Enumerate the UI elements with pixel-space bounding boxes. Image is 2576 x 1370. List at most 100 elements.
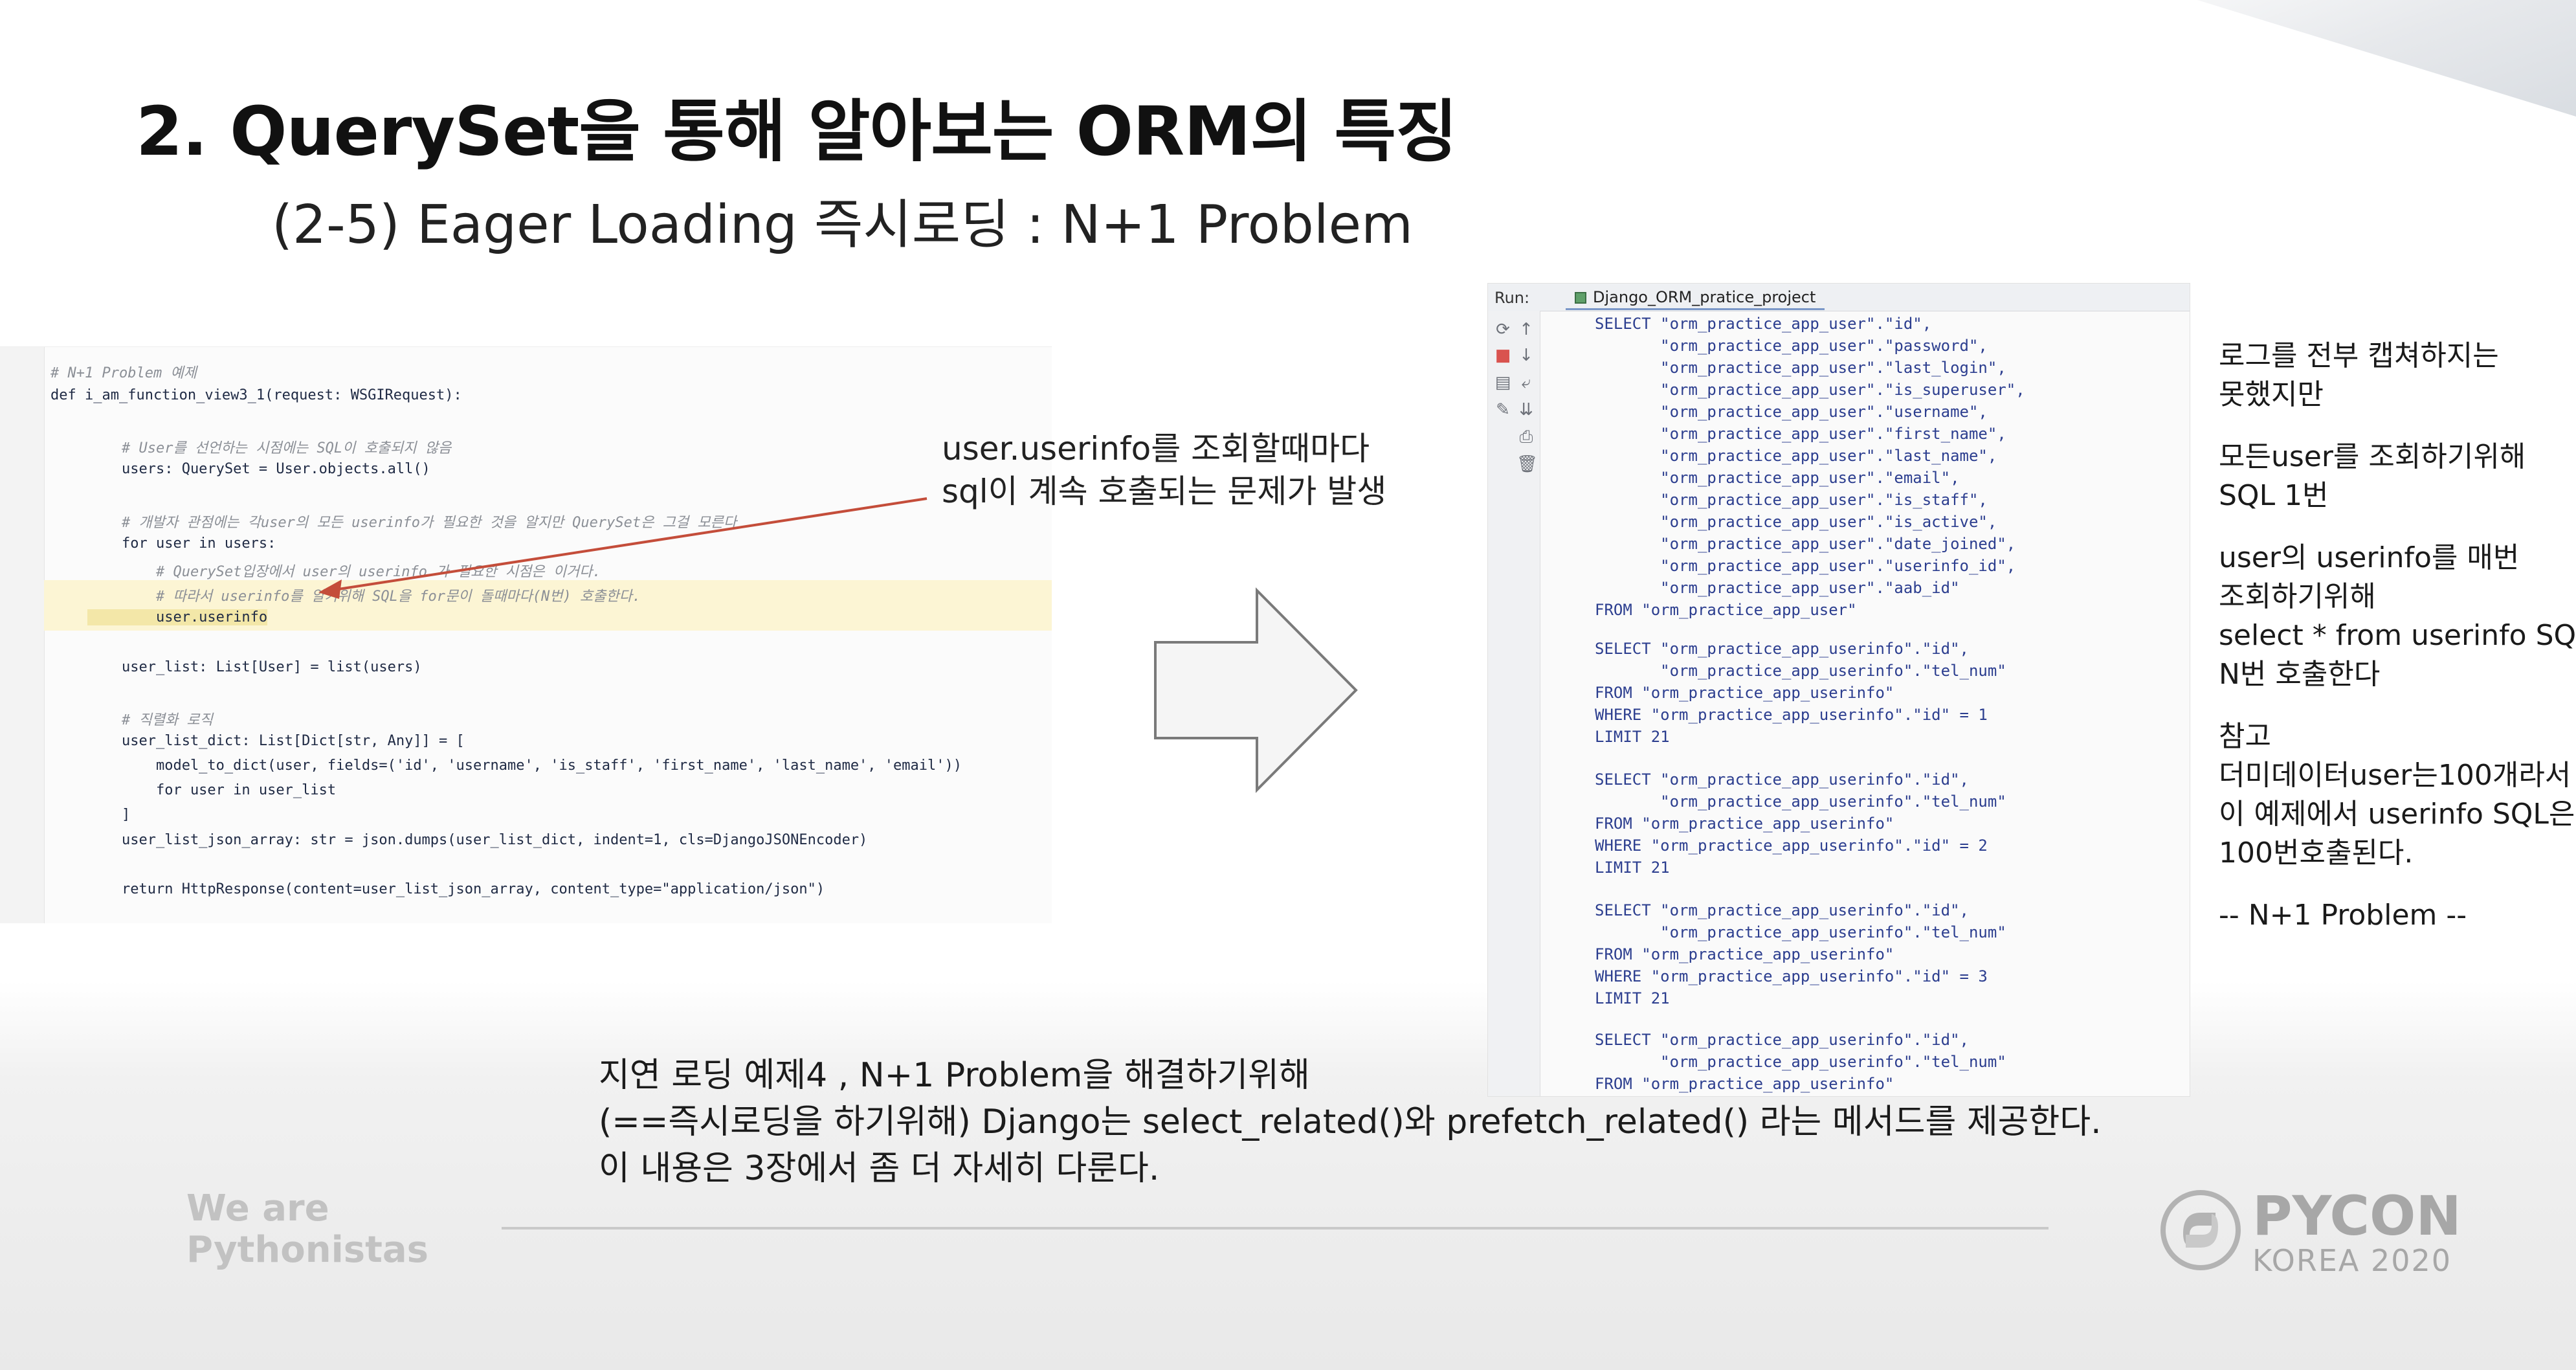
note-line: select * from userinfo SQL [2219, 619, 2576, 652]
note-block: user의 userinfo를 매번 조회하기위해 select * from … [2219, 539, 2576, 694]
brand-subtitle: KOREA 2020 [2252, 1243, 2452, 1278]
slide-subtitle: (2-5) Eager Loading 즉시로딩 : N+1 Problem [272, 194, 1413, 256]
console-line: "orm_practice_app_user"."last_name", [1595, 447, 1997, 465]
caption-line: 이 내용은 3장에서 좀 더 자세히 다룬다. [599, 1149, 1160, 1188]
note-line: 100번호출된다. [2219, 837, 2414, 870]
run-config-tab[interactable]: Django_ORM_pratice_project [1566, 286, 1825, 310]
note-line: user의 userinfo를 매번 [2219, 541, 2520, 574]
note-line: 모든user를 조회하기위해 [2219, 440, 2526, 473]
caption-line: (==즉시로딩을 하기위해) Django는 select_related()와… [599, 1103, 2102, 1141]
code-screenshot: # N+1 Problem 예제 def i_am_function_view3… [0, 346, 1052, 923]
code-line: user_list: List[User] = list(users) [87, 659, 422, 675]
run-config-tab-label: Django_ORM_pratice_project [1593, 288, 1816, 306]
code-line: model_to_dict(user, fields=('id', 'usern… [87, 758, 962, 774]
scroll-to-end-icon[interactable]: ⇊ [1516, 400, 1536, 420]
note-line: 이 예제에서 userinfo SQL은 [2219, 798, 2575, 831]
console-line: "orm_practice_app_user"."first_name", [1595, 425, 2006, 443]
console-line: FROM "orm_practice_app_userinfo" [1595, 684, 1894, 702]
console-line: LIMIT 21 [1595, 989, 1670, 1007]
console-line: SELECT "orm_practice_app_userinfo"."id", [1595, 901, 1969, 919]
decorative-corner-shape [2197, 0, 2576, 117]
code-line: user_list_json_array: str = json.dumps(u… [87, 832, 868, 848]
django-icon [1575, 292, 1586, 304]
code-line: def i_am_function_view3_1(request: WSGIR… [50, 387, 462, 403]
code-line: users: QuerySet = User.objects.all() [87, 461, 430, 477]
annotation-note: user.userinfo를 조회할때마다 sql이 계속 호출되는 문제가 발… [942, 427, 1460, 513]
note-line: 참고 [2219, 720, 2271, 753]
run-label: Run: [1494, 289, 1530, 307]
code-line: # 직렬화 로직 [87, 712, 213, 728]
console-line: WHERE "orm_practice_app_userinfo"."id" =… [1595, 967, 1988, 985]
note-block: 참고 더미데이터user는100개라서 이 예제에서 userinfo SQL은… [2219, 717, 2576, 873]
stop-icon[interactable]: ■ [1493, 346, 1513, 365]
note-block: -- N+1 Problem -- [2219, 896, 2576, 935]
slide-title: 2. QuerySet을 통해 알아보는 ORM의 특징 [136, 92, 1458, 171]
console-line: FROM "orm_practice_app_userinfo" [1595, 814, 1894, 833]
console-line: "orm_practice_app_user"."is_superuser", [1595, 381, 2025, 399]
console-line: "orm_practice_app_user"."last_login", [1595, 359, 2006, 377]
side-notes: 로그를 전부 캡쳐하지는 못했지만 모든user를 조회하기위해 SQL 1번 … [2219, 337, 2576, 958]
pin-icon[interactable]: ✎ [1493, 400, 1513, 420]
console-line: "orm_practice_app_userinfo"."tel_num" [1595, 792, 2006, 811]
code-line: user_list_dict: List[Dict[str, Any]] = [ [87, 733, 465, 749]
console-tool-strip: ⟳ ■ ▤ ✎ ↑ ↓ ⤶ ⇊ ⎙ 🗑 [1488, 311, 1540, 1096]
footer-divider [502, 1227, 2049, 1230]
console-line: WHERE "orm_practice_app_userinfo"."id" =… [1595, 837, 1988, 855]
annotation-line: sql이 계속 호출되는 문제가 발생 [942, 473, 1387, 510]
console-line: WHERE "orm_practice_app_userinfo"."id" =… [1595, 706, 1988, 724]
note-line: -- N+1 Problem -- [2219, 899, 2467, 932]
code-line: return HttpResponse(content=user_list_js… [87, 881, 825, 897]
footer-tagline: We are Pythonistas [186, 1188, 428, 1271]
code-line-userinfo-access: user.userinfo [87, 609, 268, 625]
console-line: "orm_practice_app_user"."is_active", [1595, 513, 1997, 531]
console-line: "orm_practice_app_user"."userinfo_id", [1595, 557, 2016, 575]
tagline-line: Pythonistas [186, 1229, 428, 1271]
right-arrow-icon [1154, 587, 1358, 793]
note-block: 로그를 전부 캡쳐하지는 못했지만 [2219, 337, 2576, 414]
console-line: "orm_practice_app_user"."date_joined", [1595, 535, 2016, 553]
soft-wrap-icon[interactable]: ⤶ [1516, 373, 1536, 392]
code-line: ] [87, 807, 131, 823]
console-line: SELECT "orm_practice_app_userinfo"."id", [1595, 1031, 1969, 1049]
console-line: FROM "orm_practice_app_user" [1595, 601, 1857, 619]
pycon-logo-icon [2160, 1190, 2241, 1270]
console-line: SELECT "orm_practice_app_user"."id", [1595, 315, 1932, 333]
caption-line: 지연 로딩 예제4 , N+1 Problem을 해결하기위해 [599, 1056, 1310, 1095]
console-line: SELECT "orm_practice_app_userinfo"."id", [1595, 770, 1969, 789]
console-line: LIMIT 21 [1595, 859, 1670, 877]
console-line: SELECT "orm_practice_app_userinfo"."id", [1595, 640, 1969, 658]
run-console-screenshot: Run: Django_ORM_pratice_project ⟳ ■ ▤ ✎ … [1487, 283, 2190, 1097]
console-line: LIMIT 21 [1595, 728, 1670, 746]
code-line: # QuerySet입장에서 user의 userinfo 가 필요한 시점은 … [87, 564, 601, 580]
code-line: # 개발자 관점에는 각user의 모든 userinfo가 필요한 것을 알지… [87, 515, 737, 531]
rerun-icon[interactable]: ⟳ [1493, 320, 1513, 339]
console-line: "orm_practice_app_user"."aab_id" [1595, 579, 1960, 597]
code-line: # 따라서 userinfo를 알기위해 SQL을 for문이 돌때마다(N번)… [87, 589, 641, 605]
brand-name: PYCON [2252, 1184, 2461, 1248]
note-line: N번 호출한다 [2219, 658, 2381, 691]
run-toolbar: Run: Django_ORM_pratice_project [1488, 284, 2190, 311]
scroll-up-icon[interactable]: ↑ [1516, 320, 1536, 339]
scroll-down-icon[interactable]: ↓ [1516, 346, 1536, 365]
layout-icon[interactable]: ▤ [1493, 373, 1513, 392]
tagline-line: We are [186, 1187, 329, 1230]
console-line: "orm_practice_app_user"."email", [1595, 469, 1960, 487]
code-gutter [0, 347, 45, 923]
code-line: # N+1 Problem 예제 [50, 365, 197, 381]
console-line: "orm_practice_app_user"."password", [1595, 337, 1988, 355]
console-line: "orm_practice_app_userinfo"."tel_num" [1595, 662, 2006, 680]
note-line: 로그를 전부 캡쳐하지는 [2219, 339, 2499, 372]
note-block: 모든user를 조회하기위해 SQL 1번 [2219, 438, 2576, 515]
code-line: for user in users: [87, 535, 276, 552]
annotation-line: user.userinfo를 조회할때마다 [942, 430, 1370, 467]
trash-icon[interactable]: 🗑 [1516, 455, 1538, 474]
print-icon[interactable]: ⎙ [1516, 427, 1536, 447]
note-line: SQL 1번 [2219, 479, 2329, 512]
console-line: FROM "orm_practice_app_userinfo" [1595, 945, 1894, 963]
slide-caption: 지연 로딩 예제4 , N+1 Problem을 해결하기위해 (==즉시로딩을… [599, 1052, 2102, 1192]
pycon-brand: PYCON KOREA 2020 [2252, 1188, 2461, 1277]
note-line: 더미데이터user는100개라서 [2219, 759, 2571, 792]
console-line: "orm_practice_app_user"."is_staff", [1595, 491, 1988, 509]
code-line: # User를 선언하는 시점에는 SQL이 호출되지 않음 [87, 440, 452, 456]
note-line: 조회하기위해 [2219, 580, 2376, 613]
